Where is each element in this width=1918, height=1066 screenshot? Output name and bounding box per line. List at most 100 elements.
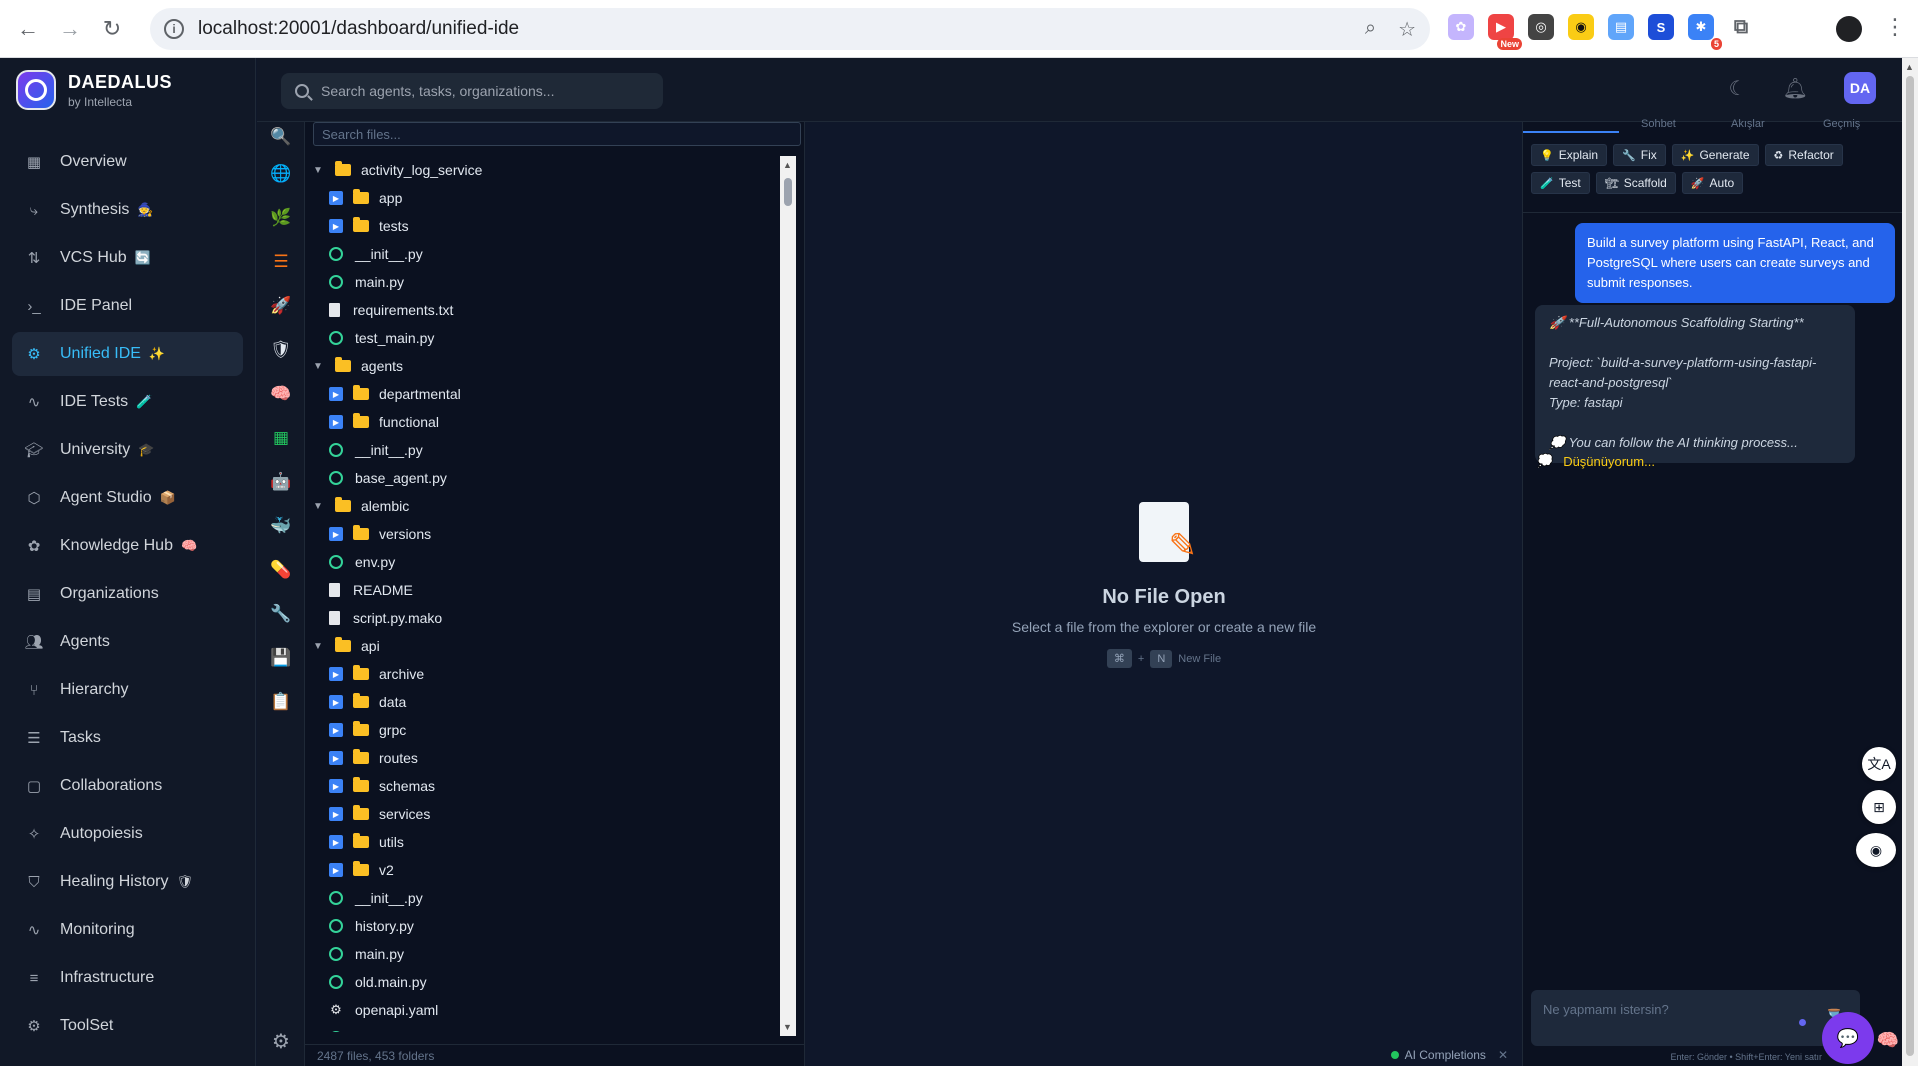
new-extension-icon[interactable]: ▶ New <box>1488 14 1522 50</box>
ladder-tool-icon[interactable]: ☰ <box>257 240 305 284</box>
openai-extension-icon[interactable]: ◎ <box>1528 14 1554 40</box>
collapse-caret-icon[interactable]: ▶ <box>329 723 343 737</box>
collapse-caret-icon[interactable]: ▶ <box>329 387 343 401</box>
save-tool-icon[interactable]: 💾 <box>257 636 305 680</box>
refactor-button[interactable]: ♻ Refactor <box>1764 144 1843 166</box>
collapse-caret-icon[interactable]: ▶ <box>329 667 343 681</box>
collapse-caret-icon[interactable]: ▶ <box>329 219 343 233</box>
auto-button[interactable]: 🚀 Auto <box>1681 172 1744 194</box>
leaf-tool-icon[interactable]: 🌿 <box>257 196 305 240</box>
brain-float-icon[interactable]: 🧠 <box>1874 1026 1902 1054</box>
pill-tool-icon[interactable]: 💊 <box>257 548 305 592</box>
sidebar-item-monitoring[interactable]: ∿ Monitoring <box>12 908 243 952</box>
notes-tool-icon[interactable]: 📋 <box>257 680 305 724</box>
tree-folder[interactable]: ▼ api <box>305 632 785 660</box>
sidebar-item-healing-history[interactable]: ⛉ Healing History 🛡 <box>12 860 243 904</box>
tree-folder[interactable]: ▶ app <box>305 184 785 212</box>
expand-caret-icon[interactable]: ▼ <box>313 501 323 512</box>
sidebar-item-infrastructure[interactable]: ≡ Infrastructure <box>12 956 243 1000</box>
collapse-caret-icon[interactable]: ▶ <box>329 779 343 793</box>
scaffold-button[interactable]: 🏗 Scaffold <box>1595 172 1676 194</box>
new-file-shortcut[interactable]: ⌘ + N New File <box>806 649 1522 668</box>
sidebar-item-hierarchy[interactable]: ⑂ Hierarchy <box>12 668 243 712</box>
tree-file[interactable]: main.py <box>305 268 785 296</box>
sidebar-item-vcs-hub[interactable]: ⇅ VCS Hub 🔄 <box>12 236 243 280</box>
url-text[interactable]: localhost:20001/dashboard/unified-ide <box>198 18 519 40</box>
profile-avatar[interactable] <box>1836 16 1862 42</box>
sidebar-item-overview[interactable]: ▦ Overview <box>12 140 243 184</box>
tree-folder[interactable]: ▶ routes <box>305 744 785 772</box>
user-avatar[interactable]: DA <box>1844 72 1876 104</box>
bookmark-star-icon[interactable]: ☆ <box>1398 17 1416 42</box>
shield-tool-icon[interactable]: 🛡 <box>257 328 305 372</box>
tree-folder[interactable]: ▼ agents <box>305 352 785 380</box>
tree-folder[interactable]: ▶ functional <box>305 408 785 436</box>
collapse-caret-icon[interactable]: ▶ <box>329 751 343 765</box>
file-tree-scrollbar[interactable]: ▲ ▼ <box>780 156 796 1036</box>
tree-file[interactable]: __init__.py <box>305 240 785 268</box>
address-bar[interactable]: i localhost:20001/dashboard/unified-ide … <box>150 8 1430 50</box>
collapse-caret-icon[interactable]: ▶ <box>329 415 343 429</box>
tree-file[interactable]: ⚙ openapi.yaml <box>305 996 785 1024</box>
tree-file[interactable]: history.py <box>305 912 785 940</box>
tree-file[interactable]: __init__.py <box>305 436 785 464</box>
sidebar-item-ide-panel[interactable]: ›_ IDE Panel <box>12 284 243 328</box>
docker-tool-icon[interactable]: 🐳 <box>257 504 305 548</box>
reload-icon[interactable]: ↻ <box>94 11 130 47</box>
translate-float-icon[interactable]: 文A <box>1862 747 1896 781</box>
sidebar-item-autopoiesis[interactable]: ✧ Autopoiesis <box>12 812 243 856</box>
sidebar-item-knowledge-hub[interactable]: ✿ Knowledge Hub 🧠 <box>12 524 243 568</box>
collapse-caret-icon[interactable]: ▶ <box>329 191 343 205</box>
tree-folder[interactable]: ▶ archive <box>305 660 785 688</box>
sidebar-item-synthesis[interactable]: ⤷ Synthesis 🧙 <box>12 188 243 232</box>
puzzle-badge-extension-icon[interactable]: ✱ 5 <box>1688 14 1722 50</box>
search-tool-icon[interactable]: 🔍 <box>257 122 305 152</box>
tree-folder[interactable]: ▶ data <box>305 688 785 716</box>
sidebar-item-unified-ide[interactable]: ⚙ Unified IDE ✨ <box>12 332 243 376</box>
brain-tool-icon[interactable]: 🧠 <box>257 372 305 416</box>
collapse-caret-icon[interactable]: ▶ <box>329 527 343 541</box>
tree-folder[interactable]: ▶ departmental <box>305 380 785 408</box>
chat-input[interactable]: Ne yapmamı istersin? <box>1531 990 1837 1046</box>
tree-file[interactable]: script.py.mako <box>305 604 785 632</box>
sidebar-item-university[interactable]: 🎓︎ University 🎓 <box>12 428 243 472</box>
target-extension-icon[interactable]: ◉ <box>1568 14 1594 40</box>
browser-menu-icon[interactable]: ⋮ <box>1884 14 1906 40</box>
tree-file[interactable]: main.py <box>305 940 785 968</box>
tree-folder[interactable]: ▶ grpc <box>305 716 785 744</box>
forward-icon[interactable]: → <box>52 11 88 47</box>
zoom-icon[interactable]: ⌕ <box>1365 17 1376 42</box>
fix-button[interactable]: 🔧 Fix <box>1613 144 1666 166</box>
brand[interactable]: DAEDALUS by Intellecta <box>0 58 255 122</box>
ai-completions-status[interactable]: AI Completions ✕ <box>1390 1048 1508 1062</box>
tree-folder[interactable]: ▼ activity_log_service <box>305 156 785 184</box>
explain-button[interactable]: 💡 Explain <box>1531 144 1608 166</box>
tree-file[interactable]: env.py <box>305 548 785 576</box>
tree-folder[interactable]: ▶ tests <box>305 212 785 240</box>
notifications-bell-icon[interactable]: 🔔︎ <box>1783 76 1808 101</box>
blocks-tool-icon[interactable]: ▦ <box>257 416 305 460</box>
expand-caret-icon[interactable]: ▼ <box>313 361 323 372</box>
tree-folder[interactable]: ▶ utils <box>305 828 785 856</box>
theme-moon-icon[interactable]: ☾ <box>1729 76 1747 101</box>
tree-folder[interactable]: ▶ v2 <box>305 856 785 884</box>
sidebar-item-toolset[interactable]: ⚙ ToolSet <box>12 1004 243 1048</box>
sidebar-item-collaborations[interactable]: ▢ Collaborations <box>12 764 243 808</box>
extensions-puzzle-icon[interactable]: ⧉ <box>1728 14 1754 40</box>
tree-folder[interactable]: ▶ schemas <box>305 772 785 800</box>
rocket-tool-icon[interactable]: 🚀 <box>257 284 305 328</box>
global-search-input[interactable]: Search agents, tasks, organizations... <box>281 73 663 109</box>
close-status-icon[interactable]: ✕ <box>1498 1048 1508 1062</box>
collapse-caret-icon[interactable]: ▶ <box>329 835 343 849</box>
document-extension-icon[interactable]: ▤ <box>1608 14 1634 40</box>
site-info-icon[interactable]: i <box>164 19 184 39</box>
tree-file[interactable]: requirements.txt <box>305 296 785 324</box>
sidebar-item-organizations[interactable]: ▤ Organizations <box>12 572 243 616</box>
collapse-caret-icon[interactable]: ▶ <box>329 695 343 709</box>
tree-file[interactable]: base_agent.py <box>305 464 785 492</box>
tree-folder[interactable]: ▶ services <box>305 800 785 828</box>
tree-folder[interactable]: ▼ alembic <box>305 492 785 520</box>
tab-chat[interactable]: Sohbet <box>1641 118 1676 130</box>
tree-file[interactable]: test_main.py <box>305 324 785 352</box>
apps-grid-float-icon[interactable]: ⊞ <box>1862 790 1896 824</box>
